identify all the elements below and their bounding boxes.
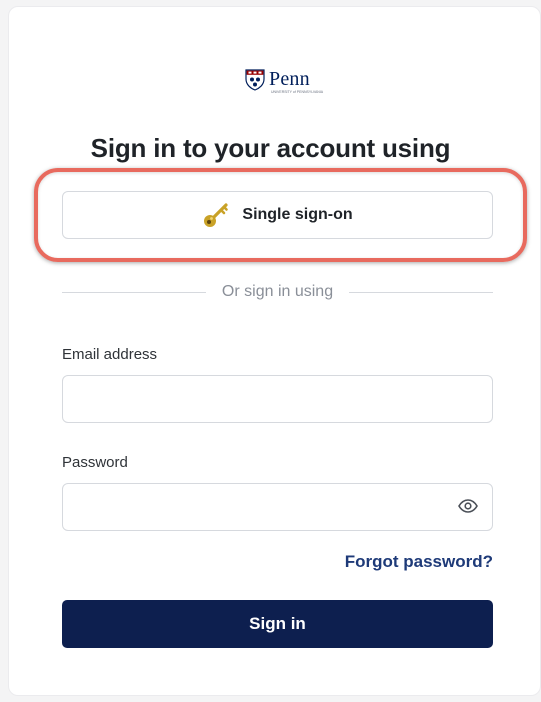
email-label: Email address bbox=[62, 346, 158, 363]
email-field[interactable] bbox=[62, 375, 493, 423]
logo-wordmark: Penn bbox=[269, 68, 310, 90]
eye-icon[interactable] bbox=[458, 499, 478, 513]
penn-shield-icon bbox=[245, 69, 265, 91]
forgot-password-link[interactable]: Forgot password? bbox=[345, 552, 493, 572]
divider-line-left bbox=[62, 291, 206, 293]
penn-logo: Penn UNIVERSITY of PENNSYLVANIA bbox=[245, 68, 323, 94]
password-field[interactable] bbox=[62, 483, 493, 531]
divider-text: Or sign in using bbox=[221, 283, 334, 300]
sign-in-button[interactable]: Sign in bbox=[62, 600, 493, 648]
single-sign-on-button[interactable]: Single sign-on bbox=[62, 191, 493, 239]
password-label: Password bbox=[62, 454, 128, 471]
page-title: Sign in to your account using bbox=[90, 133, 451, 163]
divider-line-right bbox=[349, 291, 494, 293]
key-icon bbox=[204, 203, 229, 227]
single-sign-on-label: Single sign-on bbox=[242, 206, 353, 223]
or-divider: Or sign in using bbox=[62, 282, 494, 302]
logo-tagline: UNIVERSITY of PENNSYLVANIA bbox=[271, 90, 324, 94]
